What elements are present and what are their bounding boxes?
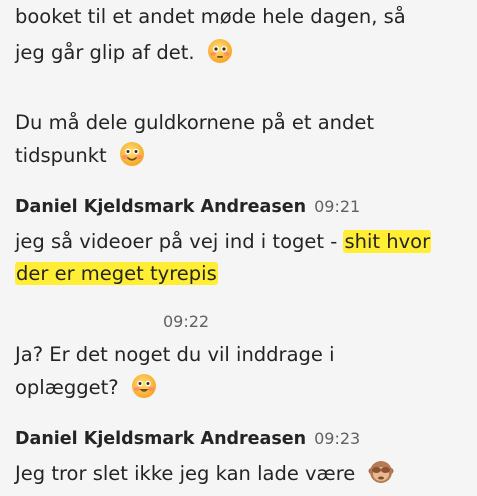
message-text: Ja? Er det noget du vil inddrage i [15, 343, 335, 366]
message-text: jeg går glip af det. [15, 38, 233, 68]
message-header: Daniel Kjeldsmark Andreasen 09:21 [15, 194, 360, 220]
message-text-line: jeg går glip af det. [15, 41, 195, 64]
message-text: Du må dele guldkornene på et andet [15, 111, 375, 134]
message-text-line: tidspunkt [15, 144, 107, 167]
message-text: der er meget tyrepis [15, 259, 218, 289]
smiling-face-icon [119, 142, 144, 166]
flushed-face-icon [207, 39, 232, 63]
message-header: Daniel Kjeldsmark Andreasen 09:23 [15, 426, 360, 452]
message-text-line: oplægget? [15, 376, 119, 399]
message-timestamp: 09:23 [314, 429, 361, 448]
message-text-line: Jeg tror slet ikke jeg kan lade være [15, 462, 356, 485]
sender-name[interactable]: Daniel Kjeldsmark Andreasen [15, 429, 306, 449]
message-text: Jeg tror slet ikke jeg kan lade være [15, 459, 394, 489]
message-timestamp: 09:22 [163, 312, 210, 331]
see-no-evil-monkey-icon [368, 461, 393, 483]
sender-name[interactable]: Daniel Kjeldsmark Andreasen [15, 197, 306, 217]
highlighted-text: der er meget tyrepis [15, 262, 218, 285]
message-text: oplægget? [15, 373, 157, 403]
message-text: tidspunkt [15, 141, 145, 171]
message-text-line: jeg så videoer på vej ind i toget - [15, 230, 344, 253]
grinning-face-icon [131, 374, 156, 398]
message-text: jeg så videoer på vej ind i toget - shit… [15, 227, 432, 257]
highlighted-text: shit hvor [343, 230, 432, 253]
message-timestamp: 09:21 [314, 197, 361, 216]
message-text: booket til et andet møde hele dagen, så [15, 5, 406, 28]
